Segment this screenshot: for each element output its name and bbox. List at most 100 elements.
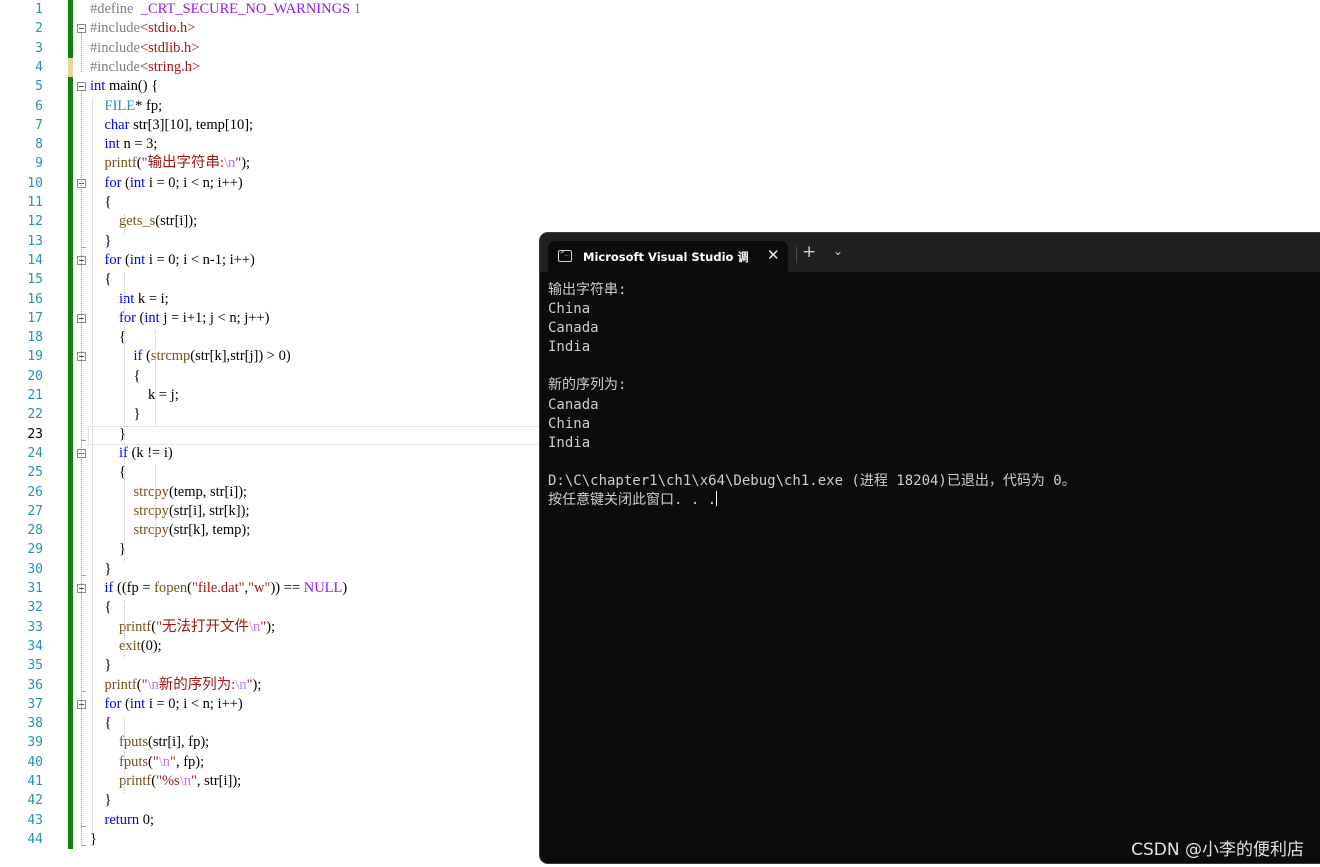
code-line[interactable]: strcpy(str[i], str[k]); xyxy=(90,502,250,521)
code-line[interactable]: FILE* fp; xyxy=(90,97,163,116)
debug-console-window[interactable]: Microsoft Visual Studio 调试控制台 ✕ + ⌄ 输出字符… xyxy=(540,233,1320,863)
code-token-kw: int xyxy=(144,309,160,326)
indent-guide xyxy=(124,214,125,234)
code-line[interactable]: { xyxy=(90,714,112,733)
code-line[interactable]: int n = 3; xyxy=(90,135,158,154)
code-line[interactable]: } xyxy=(90,425,126,444)
tab-separator xyxy=(796,247,797,263)
code-line[interactable]: printf("输出字符串:\n"); xyxy=(90,154,251,173)
code-token: main() { xyxy=(105,78,159,95)
code-token-str: "w" xyxy=(248,580,271,596)
code-line[interactable]: } xyxy=(90,791,112,810)
line-number: 4 xyxy=(35,59,43,75)
code-token-fn: printf xyxy=(104,155,137,172)
code-token-mac: _CRT_SECURE_NO_WARNINGS xyxy=(140,1,351,17)
code-token: n = 3; xyxy=(119,136,158,153)
indent-guide xyxy=(124,272,125,562)
code-token: str[3][10], temp[10]; xyxy=(129,116,254,133)
fold-toggle-icon[interactable] xyxy=(77,24,86,34)
code-line[interactable]: { xyxy=(90,367,141,386)
indent-guide xyxy=(155,465,156,543)
code-token-ty: FILE xyxy=(104,97,136,114)
code-line[interactable]: int k = i; xyxy=(90,290,169,309)
console-line: China xyxy=(548,415,591,432)
code-line[interactable]: { xyxy=(90,270,112,289)
code-line[interactable]: } xyxy=(90,560,112,579)
code-line[interactable]: return 0; xyxy=(90,811,155,830)
code-line[interactable]: #include<stdlib.h> xyxy=(90,39,199,58)
fold-toggle-icon[interactable] xyxy=(77,82,86,92)
code-token-pp: #define xyxy=(90,1,141,17)
line-number: 2 xyxy=(35,21,43,37)
close-tab-icon[interactable]: ✕ xyxy=(767,246,780,264)
current-line-highlight xyxy=(88,425,541,445)
code-line[interactable]: { xyxy=(90,598,112,617)
new-tab-button[interactable]: + xyxy=(802,242,816,262)
code-line[interactable]: { xyxy=(90,463,126,482)
code-line[interactable]: for (int i = 0; i < n-1; i++) xyxy=(90,251,255,270)
line-number: 19 xyxy=(27,349,43,365)
tab-debug-console[interactable]: Microsoft Visual Studio 调试控制台 ✕ xyxy=(548,241,788,272)
code-line[interactable]: #include<stdio.h> xyxy=(90,19,195,38)
code-line[interactable]: { xyxy=(90,328,126,347)
code-token: , str[i]); xyxy=(196,773,242,789)
console-line: 新的序列为: xyxy=(548,377,627,394)
console-line: China xyxy=(548,301,591,318)
code-line[interactable]: for (int i = 0; i < n; i++) xyxy=(90,695,243,714)
fold-guide xyxy=(81,33,82,72)
code-token: i = 0; i < n; i++) xyxy=(145,695,243,712)
code-line[interactable]: if (strcmp(str[k],str[j]) > 0) xyxy=(90,347,291,366)
code-line[interactable]: k = j; xyxy=(90,386,179,405)
fold-guide xyxy=(81,91,82,844)
tab-title: Microsoft Visual Studio 调试控制台 xyxy=(583,250,748,264)
code-line[interactable]: #include<string.h> xyxy=(90,58,200,77)
code-line[interactable]: } xyxy=(90,232,112,251)
code-line[interactable]: #define _CRT_SECURE_NO_WARNINGS 1 xyxy=(90,0,361,19)
code-token-kw: int xyxy=(129,174,146,191)
tab-dropdown-icon[interactable]: ⌄ xyxy=(833,244,843,258)
console-line: Canada xyxy=(548,320,599,337)
code-line[interactable]: } xyxy=(90,830,97,849)
code-line[interactable]: } xyxy=(90,540,126,559)
code-token: { xyxy=(90,464,126,481)
console-output[interactable]: 输出字符串: China Canada India 新的序列为: Canada China I… xyxy=(548,281,1320,510)
code-line[interactable]: if (k != i) xyxy=(90,444,173,463)
code-line[interactable]: fputs("\n", fp); xyxy=(90,753,204,772)
code-token: } xyxy=(90,406,141,423)
code-line[interactable]: strcpy(temp, str[i]); xyxy=(90,483,248,502)
code-line[interactable]: for (int i = 0; i < n; i++) xyxy=(90,174,243,193)
code-line[interactable]: int main() { xyxy=(90,77,158,96)
code-token: (str[k], temp); xyxy=(168,522,251,539)
code-token: (str[i], fp); xyxy=(148,734,210,751)
code-line[interactable]: strcpy(str[k], temp); xyxy=(90,521,251,540)
code-token: (temp, str[i]); xyxy=(168,483,248,500)
code-line[interactable]: printf("\n新的序列为:\n"); xyxy=(90,676,262,695)
line-number: 23 xyxy=(27,426,43,442)
line-number: 37 xyxy=(27,696,43,712)
code-line[interactable]: for (int j = i+1; j < n; j++) xyxy=(90,309,269,328)
line-number: 30 xyxy=(27,561,43,577)
code-line[interactable]: printf("%s\n", str[i]); xyxy=(90,772,241,791)
code-token: ); xyxy=(266,618,276,635)
code-line[interactable]: fputs(str[i], fp); xyxy=(90,733,209,752)
code-line[interactable]: printf("无法打开文件\n"); xyxy=(90,618,275,637)
code-line[interactable]: { xyxy=(90,193,112,212)
code-token-fn: strcmp xyxy=(150,348,191,365)
code-token: 0; xyxy=(139,811,155,828)
line-number: 13 xyxy=(27,233,43,249)
code-token: ); xyxy=(252,676,262,693)
code-line[interactable]: } xyxy=(90,656,112,675)
code-line[interactable]: if ((fp = fopen("file.dat","w")) == NULL… xyxy=(90,579,348,598)
line-number: 42 xyxy=(27,793,43,809)
code-line[interactable]: exit(0); xyxy=(90,637,162,656)
code-line[interactable]: } xyxy=(90,405,141,424)
code-line[interactable]: gets_s(str[i]); xyxy=(90,212,197,231)
code-token-kw: char xyxy=(104,116,130,133)
code-line[interactable]: char str[3][10], temp[10]; xyxy=(90,116,254,135)
code-token: } xyxy=(90,425,126,442)
saved-change-bar xyxy=(68,57,73,78)
